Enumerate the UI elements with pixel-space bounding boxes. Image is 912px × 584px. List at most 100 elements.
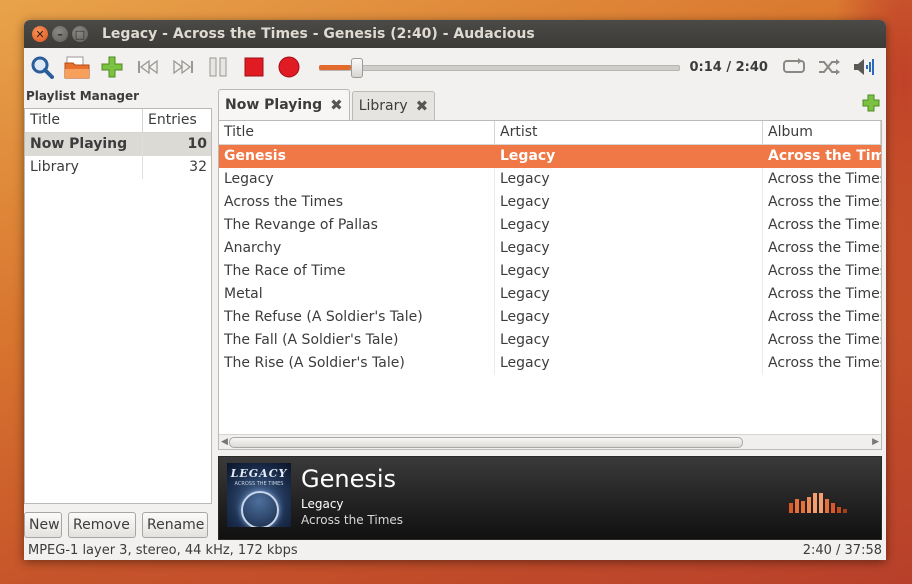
track-list[interactable]: Title Artist Album Genesis Legacy Across t… <box>218 120 882 450</box>
track-row[interactable]: Across the Times Legacy Across the Times <box>219 191 881 214</box>
shuffle-button[interactable] <box>815 53 842 81</box>
track-title: The Refuse (A Soldier's Tale) <box>219 306 495 329</box>
track-title: The Revange of Pallas <box>219 214 495 237</box>
search-icon <box>31 56 54 79</box>
album-art: LEGACY ACROSS THE TIMES <box>227 463 291 527</box>
title-bar: ✕ – □ Legacy - Across the Times - Genesi… <box>24 20 886 48</box>
folder-open-icon <box>64 56 90 79</box>
search-button[interactable] <box>28 53 55 81</box>
shuffle-icon <box>818 59 840 75</box>
now-playing-title: Genesis <box>301 465 397 493</box>
clock-icon <box>241 491 279 527</box>
playlist-entries: 10 <box>142 133 211 156</box>
pause-icon <box>209 57 227 77</box>
column-header-entries[interactable]: Entries <box>143 109 197 132</box>
track-artist: Legacy <box>495 237 763 260</box>
playlist-area: Now Playing ✖ Library ✖ Title Artist Alb… <box>218 86 882 540</box>
add-icon <box>862 94 880 112</box>
window-maximize-button[interactable]: □ <box>72 26 88 42</box>
album-art-brand: LEGACY <box>230 467 288 480</box>
stop-button[interactable] <box>240 53 267 81</box>
track-title: The Rise (A Soldier's Tale) <box>219 352 495 375</box>
track-album: Across the Times <box>768 171 881 187</box>
repeat-icon <box>782 58 805 73</box>
column-header-artist[interactable]: Artist <box>495 121 763 144</box>
column-header-title[interactable]: Title <box>219 121 495 144</box>
repeat-button[interactable] <box>780 53 807 81</box>
spectrum-visualizer <box>789 493 847 513</box>
scroll-left-icon[interactable]: ◀ <box>221 435 228 449</box>
tab-label: Library <box>358 98 408 114</box>
playlist-entries: 32 <box>142 156 211 179</box>
seek-fill <box>318 65 351 70</box>
playlist-manager: Playlist Manager Title Entries Now Playi… <box>24 86 212 540</box>
open-files-button[interactable] <box>63 53 90 81</box>
track-rows: GenesisLegacyAcross the TimesLegacyLegac… <box>219 145 881 375</box>
playlist-name: Now Playing <box>30 136 128 152</box>
track-artist: Legacy <box>495 352 763 375</box>
track-artist: Legacy <box>495 168 763 191</box>
track-title: The Race of Time <box>219 260 495 283</box>
track-album: Across the Times <box>768 240 881 256</box>
tab-library[interactable]: Library ✖ <box>351 91 436 120</box>
scroll-right-icon[interactable]: ▶ <box>872 435 879 449</box>
pause-button[interactable] <box>205 53 232 81</box>
status-bar: MPEG-1 layer 3, stereo, 44 kHz, 172 kbps… <box>24 540 886 560</box>
window-close-button[interactable]: ✕ <box>32 26 48 42</box>
track-album: Across the Times <box>768 309 881 325</box>
track-row[interactable]: The Refuse (A Soldier's Tale) Legacy Acros… <box>219 306 881 329</box>
volume-button[interactable] <box>851 53 878 81</box>
playlist-list[interactable]: Title Entries Now Playing 10 Library 32 <box>24 108 212 504</box>
horizontal-scrollbar[interactable]: ◀ ▶ <box>219 434 881 449</box>
remove-playlist-button[interactable]: Remove <box>68 512 136 538</box>
close-tab-icon[interactable]: ✖ <box>416 97 429 115</box>
track-artist: Legacy <box>495 260 763 283</box>
window-minimize-button[interactable]: – <box>52 26 68 42</box>
track-album: Across the Times <box>768 355 881 371</box>
track-artist: Legacy <box>495 329 763 352</box>
track-row[interactable]: The Fall (A Soldier's Tale) Legacy Across … <box>219 329 881 352</box>
next-button[interactable] <box>169 53 196 81</box>
track-album: Across the Times <box>768 148 881 164</box>
stream-format: MPEG-1 layer 3, stereo, 44 kHz, 172 kbps <box>28 542 298 558</box>
seek-slider[interactable] <box>318 57 680 78</box>
track-list-header: Title Artist Album <box>219 121 881 145</box>
playlist-row-now-playing[interactable]: Now Playing 10 <box>25 133 211 156</box>
track-row[interactable]: The Revange of Pallas Legacy Across the Ti… <box>219 214 881 237</box>
track-title: Across the Times <box>219 191 495 214</box>
track-artist: Legacy <box>495 283 763 306</box>
playlist-row-library[interactable]: Library 32 <box>25 156 211 179</box>
track-row[interactable]: The Rise (A Soldier's Tale) Legacy Across … <box>219 352 881 375</box>
seek-handle[interactable] <box>350 58 363 78</box>
track-row[interactable]: Legacy Legacy Across the Times <box>219 168 881 191</box>
track-artist: Legacy <box>495 214 763 237</box>
time-position: 0:14 / 2:40 <box>689 59 768 75</box>
column-header-title[interactable]: Title <box>25 109 143 132</box>
close-tab-icon[interactable]: ✖ <box>330 96 343 114</box>
record-button[interactable] <box>275 53 302 81</box>
track-row[interactable]: Anarchy Legacy Across the Times <box>219 237 881 260</box>
track-row[interactable]: Metal Legacy Across the Times <box>219 283 881 306</box>
track-title: The Fall (A Soldier's Tale) <box>219 329 495 352</box>
audacious-window: ✕ – □ Legacy - Across the Times - Genesi… <box>24 20 886 560</box>
previous-button[interactable] <box>134 53 161 81</box>
scrollbar-thumb[interactable] <box>229 437 743 448</box>
add-files-button[interactable] <box>99 53 126 81</box>
track-album: Across the Times <box>768 263 881 279</box>
track-row[interactable]: The Race of Time Legacy Across the Times <box>219 260 881 283</box>
track-title: Genesis <box>219 145 495 168</box>
add-icon <box>101 56 123 78</box>
skip-forward-icon <box>173 59 193 75</box>
track-title: Legacy <box>219 168 495 191</box>
new-tab-button[interactable] <box>862 94 882 114</box>
now-playing-info: LEGACY ACROSS THE TIMES Genesis Legacy A… <box>218 456 882 540</box>
album-art-subtitle: ACROSS THE TIMES <box>234 481 284 487</box>
record-icon <box>278 56 300 78</box>
tab-now-playing[interactable]: Now Playing ✖ <box>218 89 350 120</box>
track-row[interactable]: GenesisLegacy Across the Times <box>219 145 881 168</box>
column-header-album[interactable]: Album <box>763 121 881 144</box>
window-title: Legacy - Across the Times - Genesis (2:4… <box>102 26 535 42</box>
new-playlist-button[interactable]: New <box>24 512 62 538</box>
stop-icon <box>244 57 264 77</box>
rename-playlist-button[interactable]: Rename <box>142 512 208 538</box>
